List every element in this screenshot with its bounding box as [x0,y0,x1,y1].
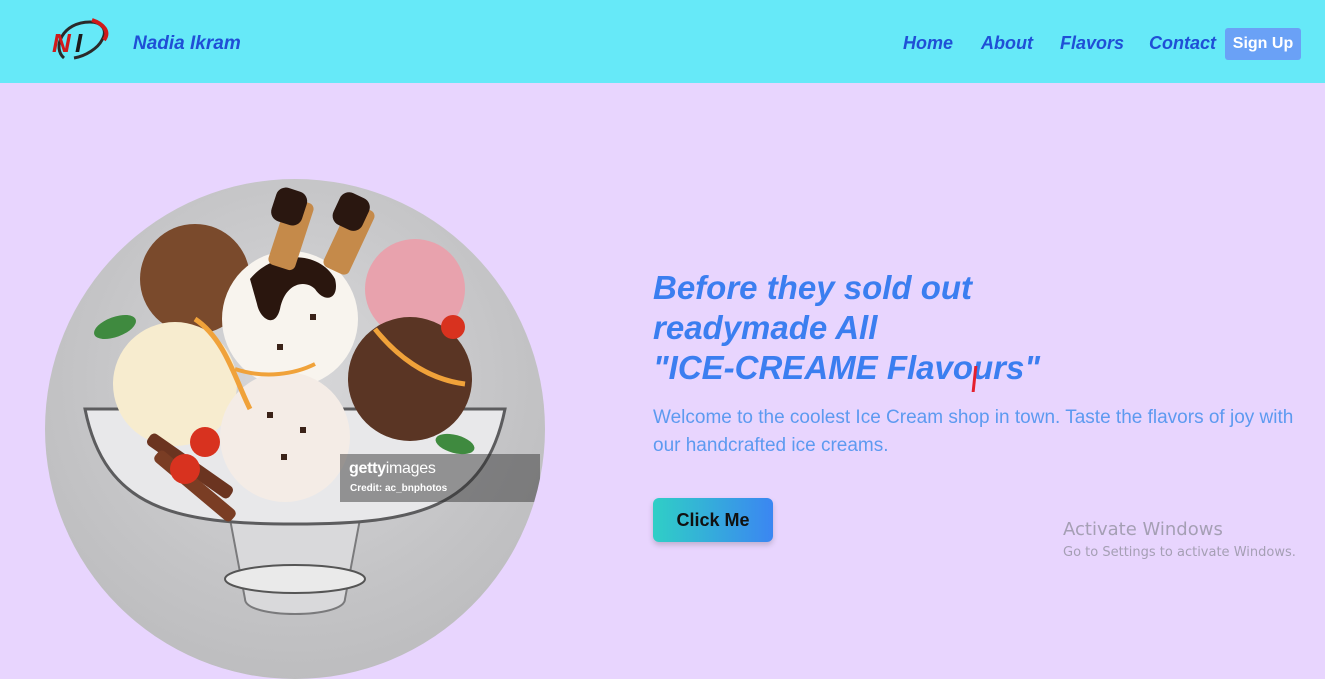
hero-headline: Before they sold out readymade All "ICE-… [653,268,1173,388]
watermark-logo: gettyimages [349,460,436,477]
logo[interactable]: N I [48,18,110,64]
nav-contact[interactable]: Contact [1149,33,1216,54]
signup-button[interactable]: Sign Up [1225,28,1301,60]
nav-flavors[interactable]: Flavors [1060,33,1124,54]
brand-name[interactable]: Nadia Ikram [133,33,241,55]
activate-windows-title: Activate Windows [1063,519,1223,540]
headline-line-1: Before they sold out [653,269,973,306]
nav-about[interactable]: About [981,33,1033,54]
hero-subtitle: Welcome to the coolest Ice Cream shop in… [653,407,1294,456]
watermark-credit: Credit: ac_bnphotos [350,483,448,494]
navbar: N I Nadia Ikram Home About Flavors Conta… [0,0,1325,83]
hero-image: gettyimages Credit: ac_bnphotos [45,179,545,679]
svg-text:I: I [75,28,83,58]
headline-line-3: "ICE-CREAME Flavours" [653,349,1041,386]
click-me-button[interactable]: Click Me [653,498,773,542]
svg-text:N: N [52,28,72,58]
nav-home[interactable]: Home [903,33,953,54]
getty-watermark: gettyimages Credit: ac_bnphotos [340,454,540,502]
activate-windows-subtitle: Go to Settings to activate Windows. [1063,545,1296,560]
headline-line-2: readymade All [653,309,878,346]
